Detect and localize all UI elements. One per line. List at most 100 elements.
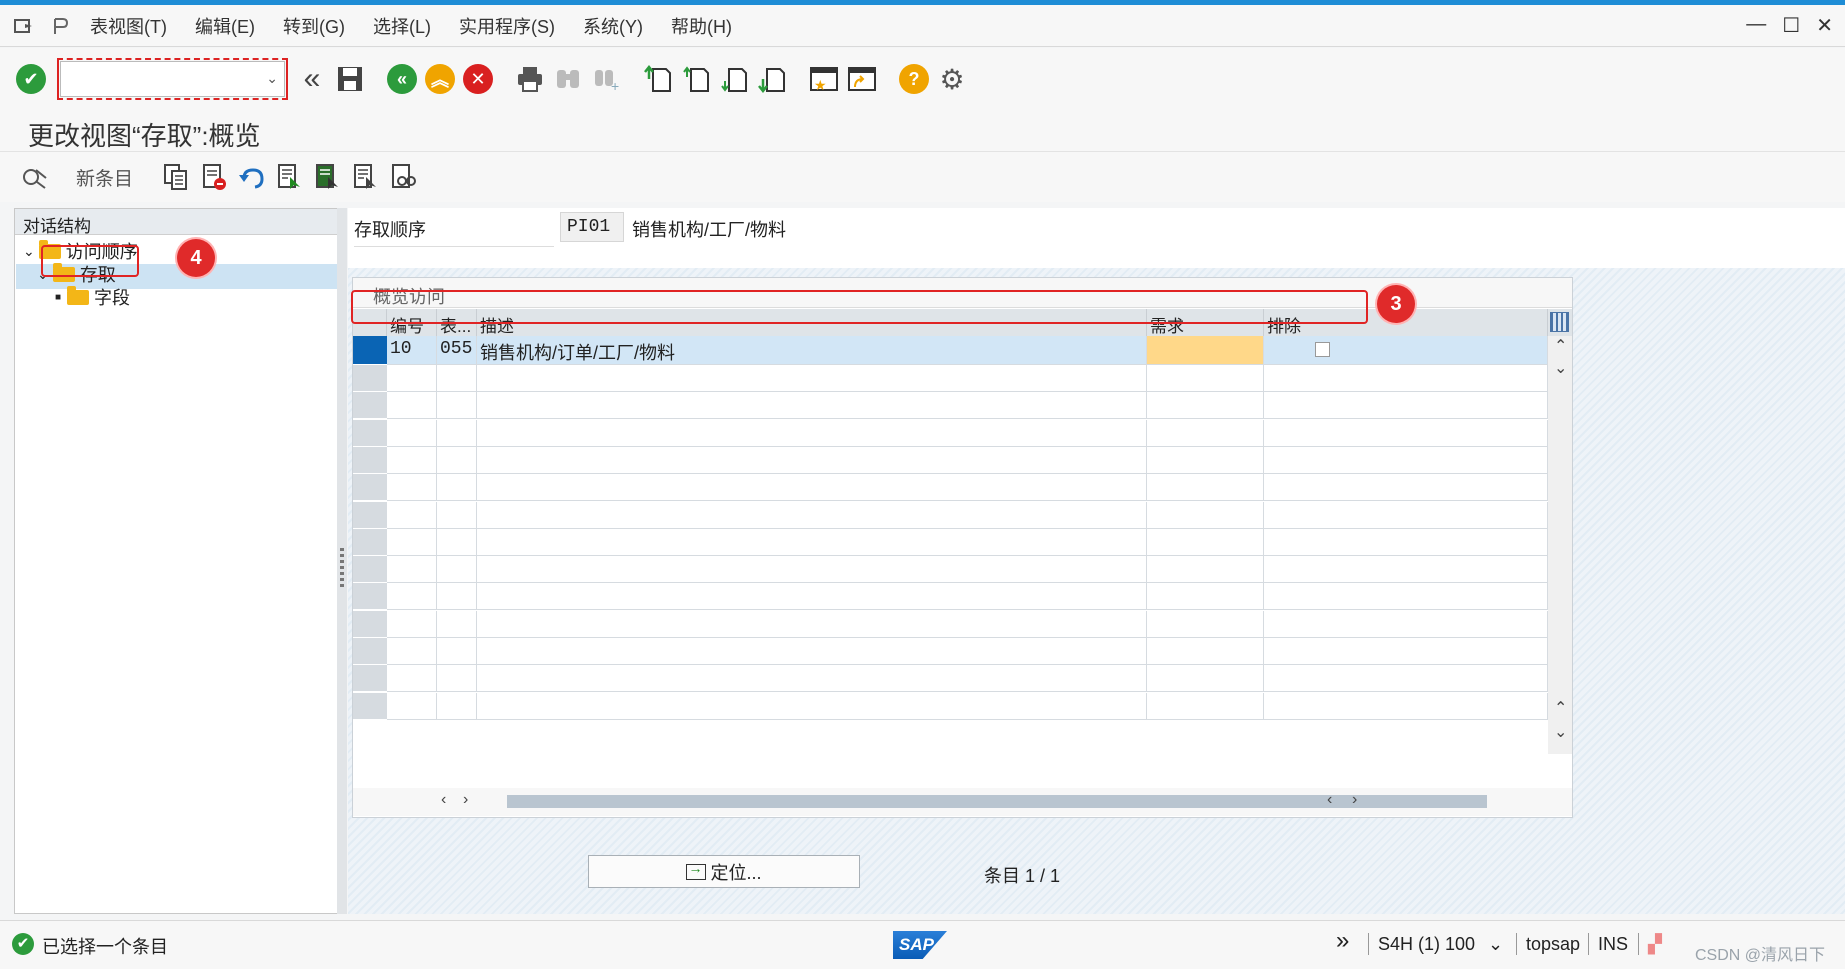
chevron-down-icon[interactable]: ⌄: [23, 243, 35, 260]
copy-icon[interactable]: [159, 160, 193, 194]
table-empty-cell: [1264, 501, 1548, 529]
svg-text:★: ★: [814, 77, 827, 93]
cell-number[interactable]: 10: [387, 336, 437, 365]
menu-system[interactable]: 系统(Y): [583, 13, 643, 39]
menu-table-view[interactable]: 表视图(T): [90, 13, 167, 39]
select-all-icon[interactable]: [273, 160, 307, 194]
maximize-icon[interactable]: ☐: [1782, 13, 1800, 38]
first-page-icon[interactable]: [641, 62, 675, 96]
row-selector[interactable]: [353, 365, 387, 392]
scroll-left-end-icon[interactable]: ‹: [1327, 791, 1332, 809]
row-selector[interactable]: [353, 665, 387, 693]
menu-icon[interactable]: [12, 14, 36, 38]
cancel-icon[interactable]: ✕: [461, 62, 495, 96]
row-selector[interactable]: [353, 692, 387, 720]
menu-edit[interactable]: 编辑(E): [195, 13, 255, 39]
sap-logo: SAP: [893, 931, 947, 959]
host-name: topsap: [1526, 934, 1581, 954]
create-session-icon[interactable]: ★: [807, 62, 841, 96]
table-empty-cell: [437, 474, 477, 502]
menu-selection[interactable]: 选择(L): [373, 13, 431, 39]
page-up-icon[interactable]: ⌃: [1554, 698, 1567, 718]
back-double-icon[interactable]: «: [295, 62, 329, 96]
table-empty-cell: [437, 610, 477, 638]
row-selector[interactable]: [353, 392, 387, 420]
help-icon[interactable]: ?: [897, 62, 931, 96]
system-info[interactable]: S4H (1) 100: [1378, 934, 1475, 955]
chevron-down-icon[interactable]: ⌄: [266, 70, 278, 87]
menu-utilities[interactable]: 实用程序(S): [459, 13, 555, 39]
table-empty-cell: [1264, 638, 1548, 665]
scroll-down-icon[interactable]: ⌄: [1554, 358, 1567, 378]
expand-status-icon[interactable]: »: [1336, 927, 1349, 955]
table-empty-cell: [437, 692, 477, 720]
vertical-scrollbar[interactable]: ⌃ ⌄ ⌃ ⌄: [1548, 336, 1572, 754]
next-page-icon[interactable]: [717, 62, 751, 96]
table-settings-icon[interactable]: [1550, 312, 1569, 332]
scrollbar-thumb[interactable]: [507, 795, 1487, 808]
personalize-icon[interactable]: [48, 14, 72, 38]
last-page-icon[interactable]: [755, 62, 789, 96]
find-next-icon[interactable]: +: [589, 62, 623, 96]
tree-node-fields[interactable]: ■ 字段: [55, 284, 130, 310]
save-icon[interactable]: [333, 62, 367, 96]
scroll-up-icon[interactable]: ⌃: [1554, 336, 1567, 356]
page-down-icon[interactable]: ⌄: [1554, 722, 1567, 742]
row-selector[interactable]: [353, 446, 387, 474]
prev-page-icon[interactable]: [679, 62, 713, 96]
enter-icon[interactable]: ✔: [14, 62, 48, 96]
table-empty-cell: [1264, 392, 1548, 420]
access-sequence-key[interactable]: PI01: [560, 212, 624, 242]
select-block-icon[interactable]: [311, 160, 345, 194]
row-selector[interactable]: [353, 610, 387, 638]
exit-icon[interactable]: ︽: [423, 62, 457, 96]
table-empty-cell: [1147, 583, 1264, 611]
cell-requirement[interactable]: [1147, 336, 1264, 365]
row-selector[interactable]: [353, 474, 387, 502]
panel-splitter[interactable]: [337, 208, 347, 914]
shortcut-icon[interactable]: [845, 62, 879, 96]
tree-node-label: 字段: [94, 288, 131, 308]
scroll-right-end-icon[interactable]: ›: [1352, 791, 1357, 809]
horizontal-scrollbar[interactable]: ‹ › ‹ ›: [353, 788, 1572, 816]
row-selector[interactable]: [353, 556, 387, 584]
command-field[interactable]: ⌄: [57, 58, 288, 100]
folder-icon: [67, 285, 90, 305]
table-empty-cell: [477, 583, 1147, 611]
table-empty-cell: [387, 583, 437, 611]
exclusive-checkbox[interactable]: [1315, 342, 1330, 357]
row-selector[interactable]: [353, 419, 387, 447]
deselect-all-icon[interactable]: [349, 160, 383, 194]
delete-icon[interactable]: [197, 160, 231, 194]
table-empty-cell: [387, 610, 437, 638]
row-selector-selected[interactable]: [353, 336, 387, 365]
menu-goto[interactable]: 转到(G): [283, 13, 345, 39]
chevron-down-icon[interactable]: ⌄: [1488, 934, 1503, 955]
new-entries-button[interactable]: 新条目: [76, 164, 133, 191]
table-empty-cell: [477, 528, 1147, 556]
row-selector[interactable]: [353, 528, 387, 556]
row-selector[interactable]: [353, 638, 387, 665]
menu-help[interactable]: 帮助(H): [671, 13, 732, 39]
table-empty-cell: [1264, 528, 1548, 556]
find-icon[interactable]: [551, 62, 585, 96]
table-empty-cell: [477, 610, 1147, 638]
print-icon[interactable]: [513, 62, 547, 96]
scroll-right-icon[interactable]: ›: [463, 791, 468, 809]
row-selector[interactable]: [353, 501, 387, 529]
row-selector[interactable]: [353, 583, 387, 611]
insert-mode[interactable]: INS: [1598, 934, 1628, 955]
back-icon[interactable]: «: [385, 62, 419, 96]
display-change-icon[interactable]: [18, 160, 52, 194]
minimize-icon[interactable]: —: [1746, 13, 1766, 38]
scroll-left-icon[interactable]: ‹: [441, 791, 446, 809]
table-empty-cell: [437, 365, 477, 392]
compare-icon[interactable]: [387, 160, 421, 194]
undo-icon[interactable]: [235, 160, 269, 194]
standard-toolbar: ✔ ⌄ « « ︽ ✕ + ★ ? ⚙: [0, 48, 1845, 110]
settings-icon[interactable]: ⚙: [935, 62, 969, 96]
table-empty-cell: [477, 365, 1147, 392]
close-icon[interactable]: ✕: [1816, 13, 1833, 38]
cell-table[interactable]: 055: [437, 336, 477, 365]
locate-button[interactable]: 定位...: [588, 855, 860, 888]
